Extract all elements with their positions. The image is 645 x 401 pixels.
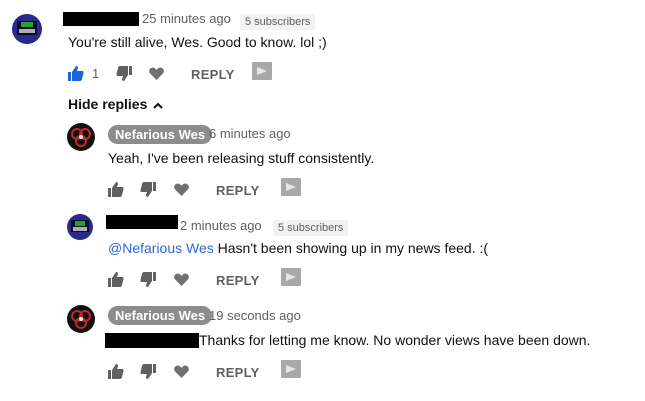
reply-text: @Nefarious Wes Hasn't been showing up in… — [108, 240, 488, 256]
reply-button[interactable]: REPLY — [216, 183, 260, 198]
thumb-down-icon[interactable] — [116, 66, 132, 81]
subscriber-badge: 5 subscribers — [240, 14, 316, 30]
thumb-up-icon[interactable] — [108, 182, 124, 197]
heart-icon[interactable] — [174, 273, 189, 286]
reply-text: Yeah, I've been releasing stuff consiste… — [108, 150, 375, 166]
thumb-down-icon[interactable] — [140, 364, 156, 379]
heart-icon[interactable] — [149, 67, 164, 80]
flag-icon[interactable] — [281, 178, 301, 196]
reply-button[interactable]: REPLY — [191, 67, 235, 82]
author-badge[interactable]: Nefarious Wes — [108, 125, 213, 144]
avatar[interactable] — [12, 14, 42, 44]
thumb-down-icon[interactable] — [140, 182, 156, 197]
reply-text: Thanks for letting me know. No wonder vi… — [199, 332, 591, 348]
hide-replies-button[interactable]: Hide replies — [68, 96, 163, 112]
flag-icon[interactable] — [281, 360, 301, 378]
subscriber-badge: 5 subscribers — [273, 220, 349, 236]
reply-time[interactable]: 19 seconds ago — [209, 308, 301, 323]
redacted-username — [63, 12, 139, 26]
hide-replies-label: Hide replies — [68, 96, 148, 112]
avatar[interactable] — [67, 214, 93, 240]
reply-time[interactable]: 6 minutes ago — [209, 126, 291, 141]
redacted-mention — [105, 333, 199, 348]
avatar[interactable] — [67, 305, 95, 333]
heart-icon[interactable] — [174, 365, 189, 378]
comment-time[interactable]: 25 minutes ago — [142, 11, 231, 26]
flag-icon[interactable] — [281, 268, 301, 286]
comment-text: You're still alive, Wes. Good to know. l… — [68, 34, 327, 50]
heart-icon[interactable] — [174, 183, 189, 196]
thumb-up-icon[interactable] — [108, 272, 124, 287]
reply-button[interactable]: REPLY — [216, 365, 260, 380]
avatar[interactable] — [67, 123, 95, 151]
reply-text-body: Hasn't been showing up in my news feed. … — [213, 240, 489, 256]
mention-link[interactable]: @Nefarious Wes — [108, 240, 214, 256]
thumb-up-icon[interactable] — [108, 364, 124, 379]
thumb-up-icon[interactable] — [68, 66, 84, 81]
like-count: 1 — [92, 66, 100, 81]
reply-button[interactable]: REPLY — [216, 273, 260, 288]
author-badge[interactable]: Nefarious Wes — [108, 306, 213, 325]
chevron-up-icon — [153, 102, 163, 109]
redacted-username — [106, 215, 178, 229]
flag-icon[interactable] — [252, 62, 272, 80]
thumb-down-icon[interactable] — [140, 272, 156, 287]
reply-time[interactable]: 2 minutes ago — [180, 218, 262, 233]
